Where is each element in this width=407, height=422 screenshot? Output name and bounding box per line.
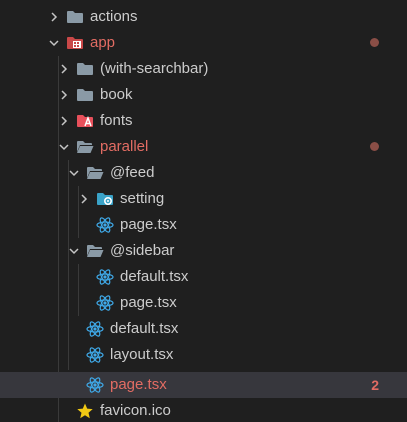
tree-item-book[interactable]: book [0,82,407,108]
chevron-down-icon[interactable] [66,243,82,259]
react-icon [86,346,104,364]
folder-config-icon [96,190,114,208]
star-icon [76,402,94,420]
tree-item-sidebar[interactable]: @sidebar [0,238,407,264]
chevron-right-icon[interactable] [56,113,72,129]
tree-item-label: app [90,34,116,51]
folder-icon [76,86,94,104]
react-icon [96,268,114,286]
chevron-down-icon[interactable] [66,165,82,181]
tree-item-favicon[interactable]: favicon.ico [0,398,407,422]
chevron-down-icon[interactable] [56,139,72,155]
tree-item-label: @sidebar [110,242,175,259]
tree-item-label: @feed [110,164,155,181]
modified-dot-indicator [370,38,379,47]
react-icon [96,294,114,312]
folder-open-icon [76,138,94,156]
tree-item-parallel-default[interactable]: default.tsx [0,316,407,342]
modified-dot-indicator [370,142,379,151]
react-icon [96,216,114,234]
problems-count-badge: 2 [371,377,379,393]
tree-item-sidebar-page[interactable]: page.tsx [0,290,407,316]
folder-open-icon [86,164,104,182]
tree-item-with-searchbar[interactable]: (with-searchbar) [0,56,407,82]
folder-icon [76,60,94,78]
folder-app-open-icon [66,34,84,52]
tree-item-app[interactable]: app [0,30,407,56]
tree-item-sidebar-default[interactable]: default.tsx [0,264,407,290]
tree-item-fonts[interactable]: fonts [0,108,407,134]
react-icon [86,320,104,338]
tree-item-label: actions [90,8,138,25]
tree-item-label: (with-searchbar) [100,60,209,77]
tree-item-label: parallel [100,138,149,155]
tree-item-parallel-layout[interactable]: layout.tsx [0,342,407,368]
react-icon [86,376,104,394]
tree-item-parallel[interactable]: parallel [0,134,407,160]
folder-icon [66,8,84,26]
tree-item-label: book [100,86,133,103]
tree-item-label: favicon.ico [100,402,171,419]
chevron-right-icon[interactable] [56,87,72,103]
tree-item-label: default.tsx [120,268,189,285]
chevron-down-icon[interactable] [46,35,62,51]
tree-item-label: layout.tsx [110,346,174,363]
tree-item-label: fonts [100,112,133,129]
chevron-right-icon[interactable] [76,191,92,207]
tree-item-feed-page[interactable]: page.tsx [0,212,407,238]
tree-item-parallel-page[interactable]: page.tsx 2 [0,372,407,398]
tree-item-label: page.tsx [120,216,177,233]
tree-item-label: page.tsx [120,294,177,311]
chevron-right-icon[interactable] [46,9,62,25]
tree-item-actions[interactable]: actions [0,4,407,30]
file-explorer-tree: actions app (with-searchbar) book fonts … [0,0,407,422]
folder-open-icon [86,242,104,260]
tree-item-label: default.tsx [110,320,179,337]
chevron-right-icon[interactable] [56,61,72,77]
tree-item-label: page.tsx [110,376,167,393]
tree-item-setting[interactable]: setting [0,186,407,212]
folder-fonts-icon [76,112,94,130]
tree-item-label: setting [120,190,165,207]
tree-item-feed[interactable]: @feed [0,160,407,186]
